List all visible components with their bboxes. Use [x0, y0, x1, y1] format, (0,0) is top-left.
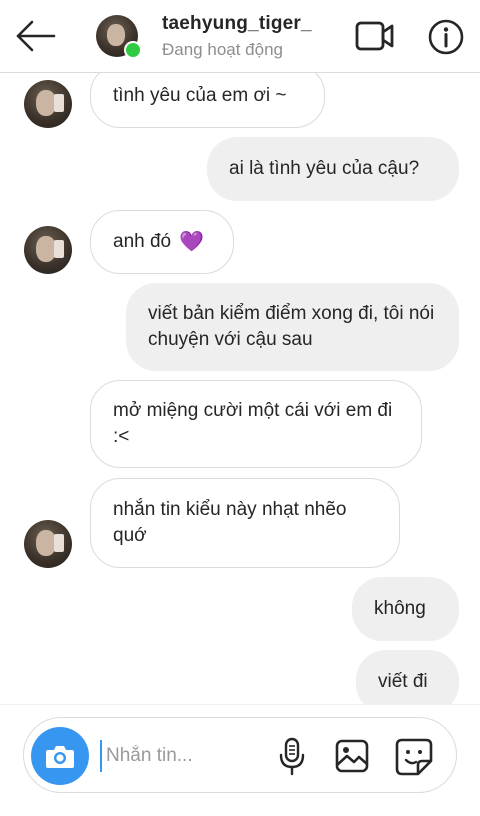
message-input[interactable] [100, 740, 274, 772]
message-text: nhắn tin kiểu này nhạt nhẽo quớ [113, 499, 347, 546]
message-bubble-incoming[interactable]: anh đó 💜 [90, 210, 234, 274]
sticker-icon [395, 738, 433, 776]
gallery-button[interactable] [334, 738, 370, 774]
info-button[interactable] [426, 17, 466, 57]
info-icon [428, 19, 464, 55]
online-indicator [124, 41, 142, 59]
message-bubble-incoming[interactable]: tình yêu của em ơi ~ [90, 64, 325, 128]
activity-status: Đang hoạt động [162, 40, 283, 59]
message-bubble-outgoing[interactable]: viết bản kiểm điểm xong đi, tôi nói chuy… [126, 283, 459, 371]
camera-icon [46, 746, 74, 768]
username[interactable]: taehyung_tiger_ [162, 13, 312, 35]
image-icon [335, 739, 369, 773]
message-text: viết đi [378, 671, 428, 692]
sender-avatar[interactable] [24, 80, 72, 128]
purple-heart-emoji: 💜 [179, 231, 205, 253]
chat-header: taehyung_tiger_ Đang hoạt động [0, 0, 480, 73]
message-bubble-outgoing[interactable]: ai là tình yêu của cậu? [207, 137, 459, 201]
message-text: ai là tình yêu của cậu? [229, 158, 420, 179]
microphone-icon [279, 737, 305, 776]
message-bubble-incoming[interactable]: nhắn tin kiểu này nhạt nhẽo quớ [90, 478, 400, 568]
message-bubble-incoming[interactable]: mở miệng cười một cái với em đi :< [90, 380, 422, 468]
arrow-left-icon [16, 20, 56, 52]
camera-button[interactable] [31, 727, 89, 785]
message-text: mở miệng cười một cái với em đi :< [113, 400, 393, 447]
sender-avatar[interactable] [24, 520, 72, 568]
message-text: tình yêu của em ơi ~ [113, 85, 287, 106]
voice-message-button[interactable] [277, 737, 307, 777]
video-camera-icon [355, 21, 394, 51]
back-button[interactable] [14, 18, 58, 54]
sticker-button[interactable] [394, 737, 434, 777]
video-call-button[interactable] [354, 17, 396, 55]
message-text: không [374, 598, 426, 619]
message-text: viết bản kiểm điểm xong đi, tôi nói chuy… [148, 303, 435, 350]
sender-avatar[interactable] [24, 226, 72, 274]
message-text: anh đó [113, 231, 172, 252]
message-bubble-outgoing[interactable]: không [352, 577, 459, 641]
